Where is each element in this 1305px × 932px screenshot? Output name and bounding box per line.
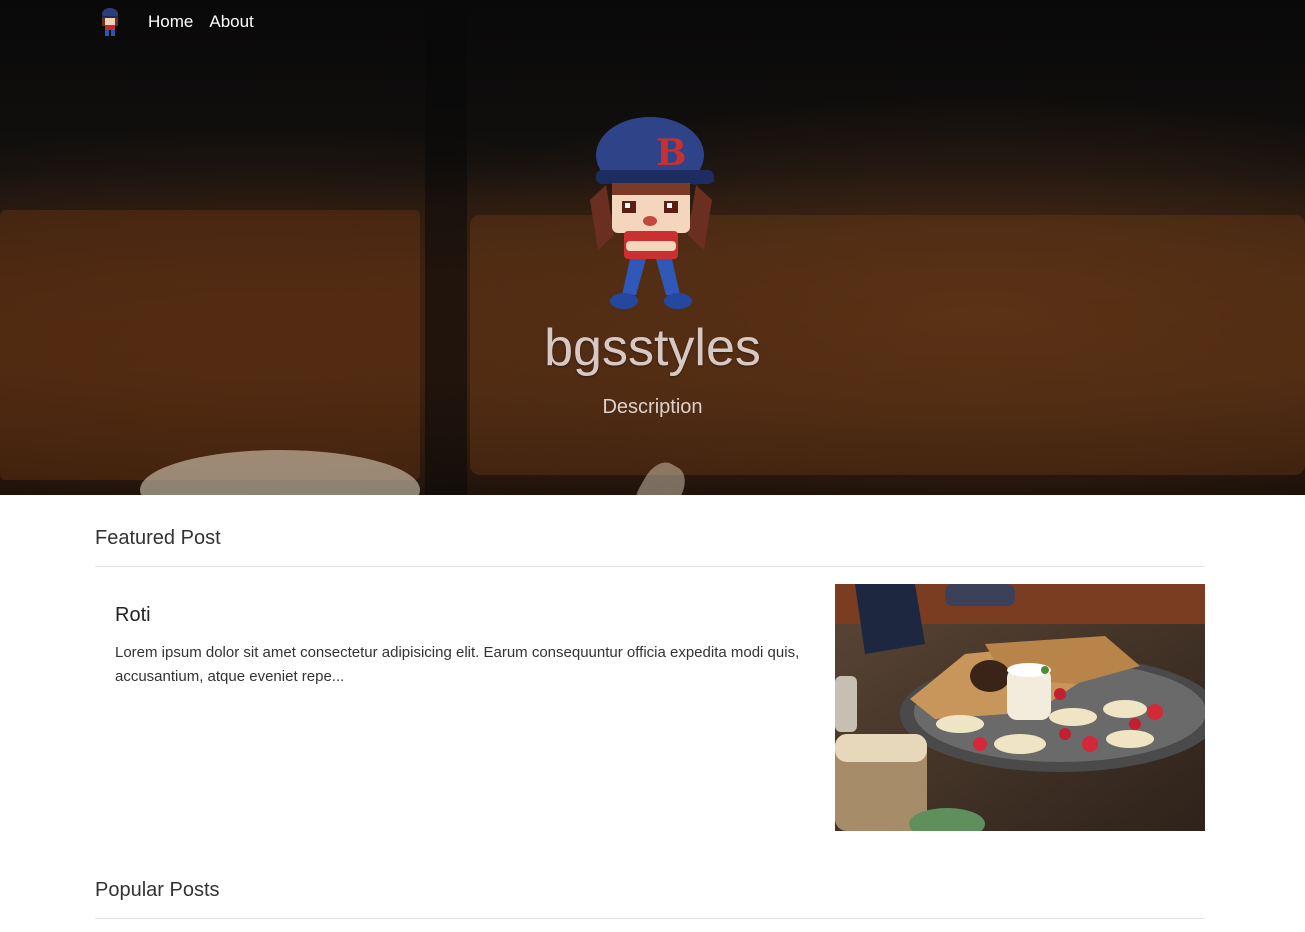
svg-text:B: B bbox=[656, 132, 686, 174]
site-description: Description bbox=[602, 396, 703, 418]
featured-post-card[interactable]: Roti Lorem ipsum dolor sit amet consecte… bbox=[95, 584, 1205, 831]
hero-banner: Home About B bgsstyles Description bbox=[0, 0, 1305, 495]
nav-link-about[interactable]: About bbox=[209, 12, 253, 32]
featured-post-heading: Featured Post bbox=[95, 527, 1205, 567]
popular-posts-heading: Popular Posts bbox=[95, 879, 1205, 919]
post-excerpt: Lorem ipsum dolor sit amet consectetur a… bbox=[115, 644, 800, 685]
pixel-boy-baseball-cap-icon: B bbox=[584, 115, 718, 315]
site-title: bgsstyles bbox=[544, 319, 761, 377]
top-navbar: Home About bbox=[0, 0, 1305, 46]
mascot-avatar-icon[interactable] bbox=[99, 7, 121, 37]
post-title[interactable]: Roti bbox=[115, 604, 151, 627]
nav-links: Home About bbox=[148, 12, 254, 32]
food-plate-photo[interactable] bbox=[835, 584, 1205, 831]
background-pillar bbox=[425, 0, 467, 495]
nav-link-home[interactable]: Home bbox=[148, 12, 193, 32]
